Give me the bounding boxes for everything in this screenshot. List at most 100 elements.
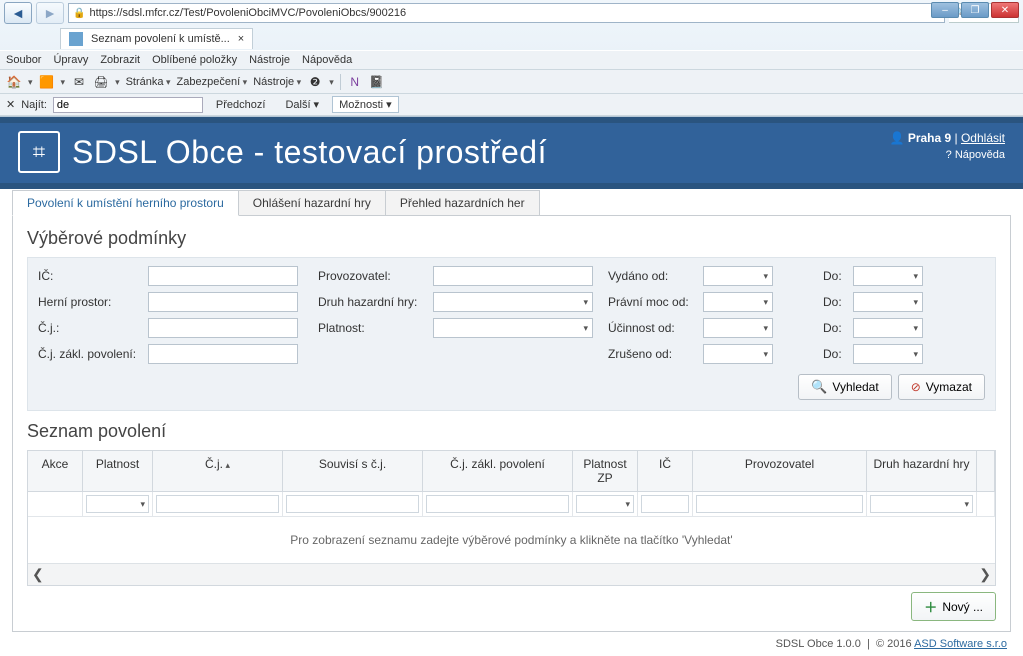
input-druh[interactable]: ▾	[433, 292, 593, 312]
home-drop[interactable]	[28, 76, 33, 88]
print-icon[interactable]: 🖨	[93, 74, 109, 90]
menu-soubor[interactable]: Soubor	[6, 54, 41, 66]
app-header: ⌗ SDSL Obce - testovací prostředí 👤 Prah…	[0, 123, 1023, 183]
input-pravni-moc-od[interactable]: ▾	[703, 292, 773, 312]
search-icon: 🔍	[811, 379, 827, 395]
search-button[interactable]: 🔍 Vyhledat	[798, 374, 891, 400]
list-title: Seznam povolení	[27, 421, 996, 442]
onenote-icon[interactable]: N	[347, 74, 363, 90]
find-close-icon[interactable]: ✕	[6, 98, 15, 111]
input-ic[interactable]	[148, 266, 298, 286]
filter-prov[interactable]	[696, 495, 863, 513]
page-menu[interactable]: Stránka	[126, 76, 171, 88]
scroll-left-icon[interactable]: ❮	[32, 566, 44, 583]
browser-toolbar: 🏠 🟧 ✉ 🖨 Stránka Zabezpečení Nástroje ❷ N…	[0, 70, 1023, 94]
tab-povoleni[interactable]: Povolení k umístění herního prostoru	[12, 190, 239, 216]
help-link[interactable]: Nápověda	[955, 149, 1005, 161]
onenote2-icon[interactable]: 📓	[369, 74, 385, 90]
menu-upravy[interactable]: Úpravy	[53, 54, 88, 66]
menu-napoveda[interactable]: Nápověda	[302, 54, 352, 66]
address-bar[interactable]: 🔒 https://sdsl.mfcr.cz/Test/PovoleniObci…	[68, 3, 945, 23]
print-drop[interactable]	[115, 76, 120, 88]
find-label: Najít:	[21, 99, 47, 111]
label-cj: Č.j.:	[38, 321, 148, 335]
label-druh: Druh hazardní hry:	[318, 295, 433, 309]
col-prov[interactable]: Provozovatel	[693, 451, 867, 491]
input-ucinnost-od[interactable]: ▾	[703, 318, 773, 338]
find-next-button[interactable]: Další ▾	[278, 96, 326, 113]
filter-platzp[interactable]: ▾	[576, 495, 634, 513]
input-zruseno-od[interactable]: ▾	[703, 344, 773, 364]
col-zakl[interactable]: Č.j. zákl. povolení	[423, 451, 573, 491]
window-maximize-button[interactable]: ❐	[961, 2, 989, 18]
footer-vendor-link[interactable]: ASD Software s.r.o	[914, 638, 1007, 650]
find-prev-button[interactable]: Předchozí	[209, 97, 273, 113]
help-q-icon: ?	[946, 149, 952, 161]
tools-menu[interactable]: Nástroje	[253, 76, 301, 88]
label-pravni-moc-do: Do:	[823, 295, 853, 309]
col-akce[interactable]: Akce	[28, 451, 83, 491]
feeds-icon[interactable]: 🟧	[39, 74, 55, 90]
find-options-button[interactable]: Možnosti ▾	[332, 96, 399, 113]
tab-ohlaseni[interactable]: Ohlášení hazardní hry	[239, 190, 386, 216]
window-close-button[interactable]: ✕	[991, 2, 1019, 18]
input-provozovatel[interactable]	[433, 266, 593, 286]
nav-forward-button[interactable]: ►	[36, 2, 64, 24]
new-button[interactable]: ＋ Nový ...	[911, 592, 996, 621]
col-druh[interactable]: Druh hazardní hry	[867, 451, 977, 491]
help-icon[interactable]: ❷	[307, 74, 323, 90]
filter-souvisi[interactable]	[286, 495, 419, 513]
input-herni-prostor[interactable]	[148, 292, 298, 312]
logout-link[interactable]: Odhlásit	[961, 131, 1005, 145]
filter-zakl[interactable]	[426, 495, 569, 513]
filter-ic[interactable]	[641, 495, 689, 513]
label-cj-zakl: Č.j. zákl. povolení:	[38, 347, 148, 361]
clear-icon: ⊘	[911, 380, 921, 394]
label-zruseno: Zrušeno od:	[608, 347, 703, 361]
input-vydano-do[interactable]: ▾	[853, 266, 923, 286]
label-platnost: Platnost:	[318, 321, 433, 335]
browser-menubar: Soubor Úpravy Zobrazit Oblíbené položky …	[0, 50, 1023, 70]
help-drop[interactable]	[329, 76, 334, 88]
footer: SDSL Obce 1.0.0 | © 2016 ASD Software s.…	[0, 632, 1023, 656]
user-icon: 👤	[890, 131, 905, 145]
search-button-label: Vyhledat	[832, 380, 878, 394]
col-souvisi[interactable]: Souvisí s č.j.	[283, 451, 423, 491]
input-zruseno-do[interactable]: ▾	[853, 344, 923, 364]
input-cj-zakl[interactable]	[148, 344, 298, 364]
find-bar: ✕ Najít: Předchozí Další ▾ Možnosti ▾	[0, 94, 1023, 116]
main-panel: Výběrové podmínky IČ: Provozovatel: Vydá…	[12, 215, 1011, 632]
filter-druh[interactable]: ▾	[870, 495, 973, 513]
filter-platnost[interactable]: ▾	[86, 495, 149, 513]
input-pravni-moc-do[interactable]: ▾	[853, 292, 923, 312]
nav-back-button[interactable]: ◄	[4, 2, 32, 24]
menu-nastroje[interactable]: Nástroje	[249, 54, 290, 66]
security-menu[interactable]: Zabezpečení	[177, 76, 248, 88]
footer-copy: © 2016	[876, 638, 912, 650]
col-tail	[977, 451, 995, 491]
col-cj[interactable]: Č.j.	[153, 451, 283, 491]
filter-cj[interactable]	[156, 495, 279, 513]
input-platnost[interactable]: ▾	[433, 318, 593, 338]
clear-button[interactable]: ⊘ Vymazat	[898, 374, 985, 400]
mail-icon[interactable]: ✉	[71, 74, 87, 90]
menu-zobrazit[interactable]: Zobrazit	[100, 54, 140, 66]
window-minimize-button[interactable]: –	[931, 2, 959, 18]
find-input[interactable]	[53, 97, 203, 113]
input-ucinnost-do[interactable]: ▾	[853, 318, 923, 338]
filters-title: Výběrové podmínky	[27, 228, 996, 249]
feeds-drop[interactable]	[61, 76, 66, 88]
menu-oblibene[interactable]: Oblíbené položky	[152, 54, 237, 66]
tab-prehled[interactable]: Přehled hazardních her	[386, 190, 540, 216]
new-button-label: Nový ...	[942, 600, 983, 614]
home-icon[interactable]: 🏠	[6, 74, 22, 90]
col-platnost[interactable]: Platnost	[83, 451, 153, 491]
tab-close-icon[interactable]: ×	[238, 33, 244, 45]
scroll-right-icon[interactable]: ❯	[979, 566, 991, 583]
input-vydano-od[interactable]: ▾	[703, 266, 773, 286]
url-text: https://sdsl.mfcr.cz/Test/PovoleniObciMV…	[89, 7, 406, 19]
col-platzp[interactable]: Platnost ZP	[573, 451, 638, 491]
input-cj[interactable]	[148, 318, 298, 338]
filter-box: IČ: Provozovatel: Vydáno od: ▾ Do: ▾	[27, 257, 996, 411]
col-ic[interactable]: IČ	[638, 451, 693, 491]
